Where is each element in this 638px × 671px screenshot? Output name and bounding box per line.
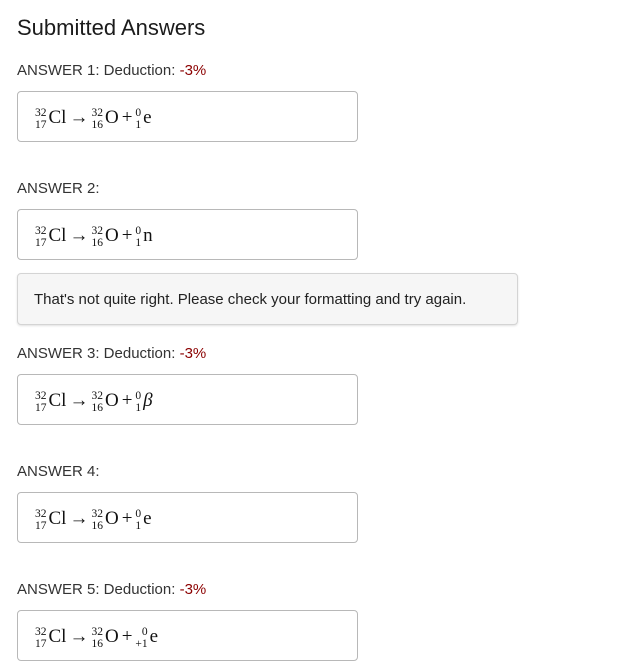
reactant-symbol: Cl	[48, 107, 67, 128]
answer-2-label: ANSWER 2:	[17, 179, 638, 199]
particle-symbol: β	[143, 390, 153, 411]
product-nuclide: 32 16	[91, 508, 103, 532]
answer-2-feedback-message: That's not quite right. Please check you…	[17, 273, 518, 325]
product-nuclide: 32 16	[91, 107, 103, 131]
arrow-icon: →	[69, 626, 89, 647]
answer-3-deduction-label: Deduction:	[99, 345, 176, 362]
particle-symbol: n	[143, 225, 153, 246]
plus-sign: +	[121, 390, 133, 411]
particle-nuclide: 01	[135, 508, 142, 532]
answer-2-formula: 32 17 Cl → 32 16 O + 01 n	[35, 224, 153, 249]
reactant-nuclide: 32 17	[35, 390, 47, 414]
answer-3: ANSWER 3: Deduction: -3% 32 17 Cl → 32 16 …	[17, 344, 638, 425]
answer-4-box: 32 17 Cl → 32 16 O + 01 e	[17, 492, 358, 543]
answer-4-formula: 32 17 Cl → 32 16 O + 01 e	[35, 507, 152, 532]
answer-2-number: ANSWER 2:	[17, 180, 100, 197]
particle-symbol: e	[149, 626, 159, 647]
arrow-icon: →	[69, 390, 89, 411]
arrow-icon: →	[69, 225, 89, 246]
product-symbol: O	[104, 508, 119, 529]
product-nuclide: 32 16	[91, 225, 103, 249]
product-nuclide: 32 16	[91, 626, 103, 650]
particle-nuclide: 01	[135, 390, 142, 414]
answer-5-deduction-label: Deduction:	[99, 581, 176, 598]
answer-2: ANSWER 2: 32 17 Cl → 32 16 O + 01 n That's…	[17, 179, 638, 325]
answer-1-box: 32 17 Cl → 32 16 O + 01 e	[17, 91, 358, 142]
reactant-symbol: Cl	[48, 390, 67, 411]
answer-3-deduction-value: -3%	[179, 345, 207, 362]
answer-5-number: ANSWER 5:	[17, 581, 100, 598]
answer-4-label: ANSWER 4:	[17, 462, 638, 482]
arrow-icon: →	[69, 508, 89, 529]
answer-2-box: 32 17 Cl → 32 16 O + 01 n	[17, 209, 358, 260]
reactant-nuclide: 32 17	[35, 508, 47, 532]
answer-1-label: ANSWER 1: Deduction: -3%	[17, 61, 638, 81]
product-symbol: O	[104, 626, 119, 647]
product-symbol: O	[104, 225, 119, 246]
answer-5-formula: 32 17 Cl → 32 16 O + 0 +1 e	[35, 625, 159, 650]
submitted-answers-panel: Submitted Answers ANSWER 1: Deduction: -…	[0, 0, 638, 671]
reactant-symbol: Cl	[48, 626, 67, 647]
reactant-symbol: Cl	[48, 508, 67, 529]
plus-sign: +	[121, 508, 133, 529]
answer-1-deduction-value: -3%	[179, 62, 207, 79]
answer-3-number: ANSWER 3:	[17, 345, 100, 362]
particle-nuclide: 0 +1	[135, 626, 148, 650]
product-symbol: O	[104, 390, 119, 411]
answer-1-number: ANSWER 1:	[17, 62, 100, 79]
product-symbol: O	[104, 107, 119, 128]
arrow-icon: →	[69, 107, 89, 128]
reactant-nuclide: 32 17	[35, 225, 47, 249]
answer-3-label: ANSWER 3: Deduction: -3%	[17, 344, 638, 364]
answer-4: ANSWER 4: 32 17 Cl → 32 16 O + 01 e	[17, 462, 638, 543]
answer-4-number: ANSWER 4:	[17, 463, 100, 480]
answer-1-formula: 32 17 Cl → 32 16 O + 01 e	[35, 106, 152, 131]
particle-nuclide: 01	[135, 225, 142, 249]
reactant-nuclide: 32 17	[35, 107, 47, 131]
answer-5-box: 32 17 Cl → 32 16 O + 0 +1 e	[17, 610, 358, 661]
particle-symbol: e	[143, 508, 152, 529]
answer-3-formula: 32 17 Cl → 32 16 O + 01 β	[35, 389, 153, 414]
plus-sign: +	[121, 626, 133, 647]
particle-symbol: e	[143, 107, 152, 128]
plus-sign: +	[121, 225, 133, 246]
answer-1: ANSWER 1: Deduction: -3% 32 17 Cl → 32 16 …	[17, 61, 638, 142]
reactant-symbol: Cl	[48, 225, 67, 246]
product-nuclide: 32 16	[91, 390, 103, 414]
answer-5-label: ANSWER 5: Deduction: -3%	[17, 580, 638, 600]
plus-sign: +	[121, 107, 133, 128]
page-title: Submitted Answers	[17, 15, 206, 40]
particle-nuclide: 01	[135, 107, 142, 131]
answer-5-deduction-value: -3%	[179, 581, 207, 598]
reactant-nuclide: 32 17	[35, 626, 47, 650]
answer-3-box: 32 17 Cl → 32 16 O + 01 β	[17, 374, 358, 425]
answer-5: ANSWER 5: Deduction: -3% 32 17 Cl → 32 16 …	[17, 580, 638, 661]
answer-1-deduction-label: Deduction:	[99, 62, 176, 79]
